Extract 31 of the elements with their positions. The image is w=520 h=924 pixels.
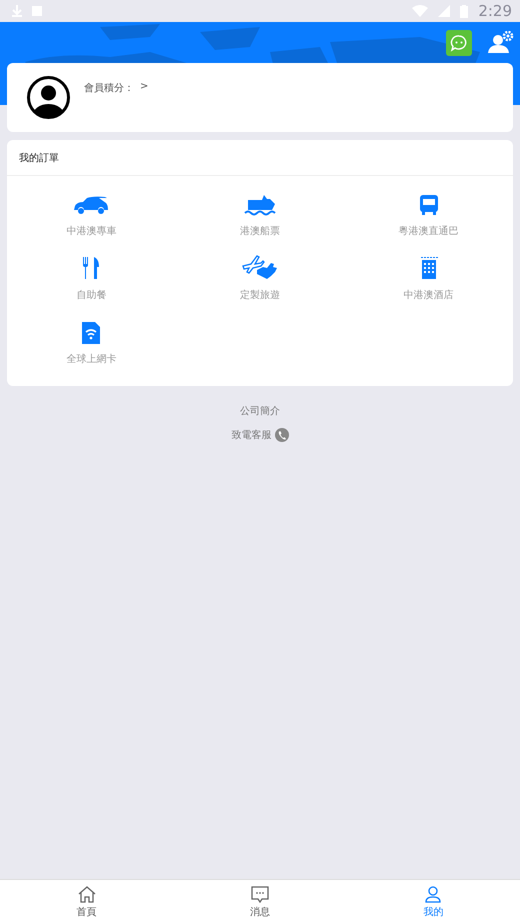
avatar-icon[interactable] [27, 76, 70, 119]
user-settings-icon[interactable] [488, 31, 514, 55]
order-category-label[interactable]: 定製旅遊 [240, 288, 280, 302]
footer-link[interactable]: 公司簡介 [240, 404, 280, 418]
member-points-link[interactable]: 會員積分： [84, 81, 134, 95]
tab[interactable]: 我的 [346, 880, 520, 924]
car-icon [73, 196, 110, 216]
phone-icon[interactable] [274, 428, 288, 442]
chat-bubble-icon [450, 34, 468, 52]
hotel-icon [418, 256, 439, 280]
chevron-icon: > [140, 81, 148, 95]
order-category-label[interactable]: 粵港澳直通巴 [398, 224, 459, 238]
sim-card-icon [81, 322, 102, 344]
order-category-label[interactable]: 自助餐 [76, 288, 106, 302]
tab[interactable]: 消息 [173, 880, 347, 924]
clock-time: 2:29 [478, 2, 512, 20]
section-title: 我的訂單 [19, 152, 59, 164]
chat-button[interactable] [446, 30, 472, 56]
order-category-label[interactable]: 全球上網卡 [66, 352, 116, 366]
home-icon [78, 886, 96, 902]
fork-and-knife-icon [82, 256, 100, 280]
order-category-label[interactable]: 中港澳專車 [66, 224, 116, 238]
bus-icon [418, 194, 440, 216]
order-category-label[interactable]: 中港澳酒店 [404, 288, 454, 302]
ship-icon [244, 194, 276, 216]
person-icon [424, 886, 442, 902]
tab[interactable]: 首頁 [0, 880, 174, 924]
message-icon [250, 886, 269, 902]
footer-link[interactable]: 致電客服 [232, 428, 272, 442]
plane-and-map-icon [240, 254, 279, 280]
order-category-label[interactable]: 港澳船票 [240, 224, 280, 238]
